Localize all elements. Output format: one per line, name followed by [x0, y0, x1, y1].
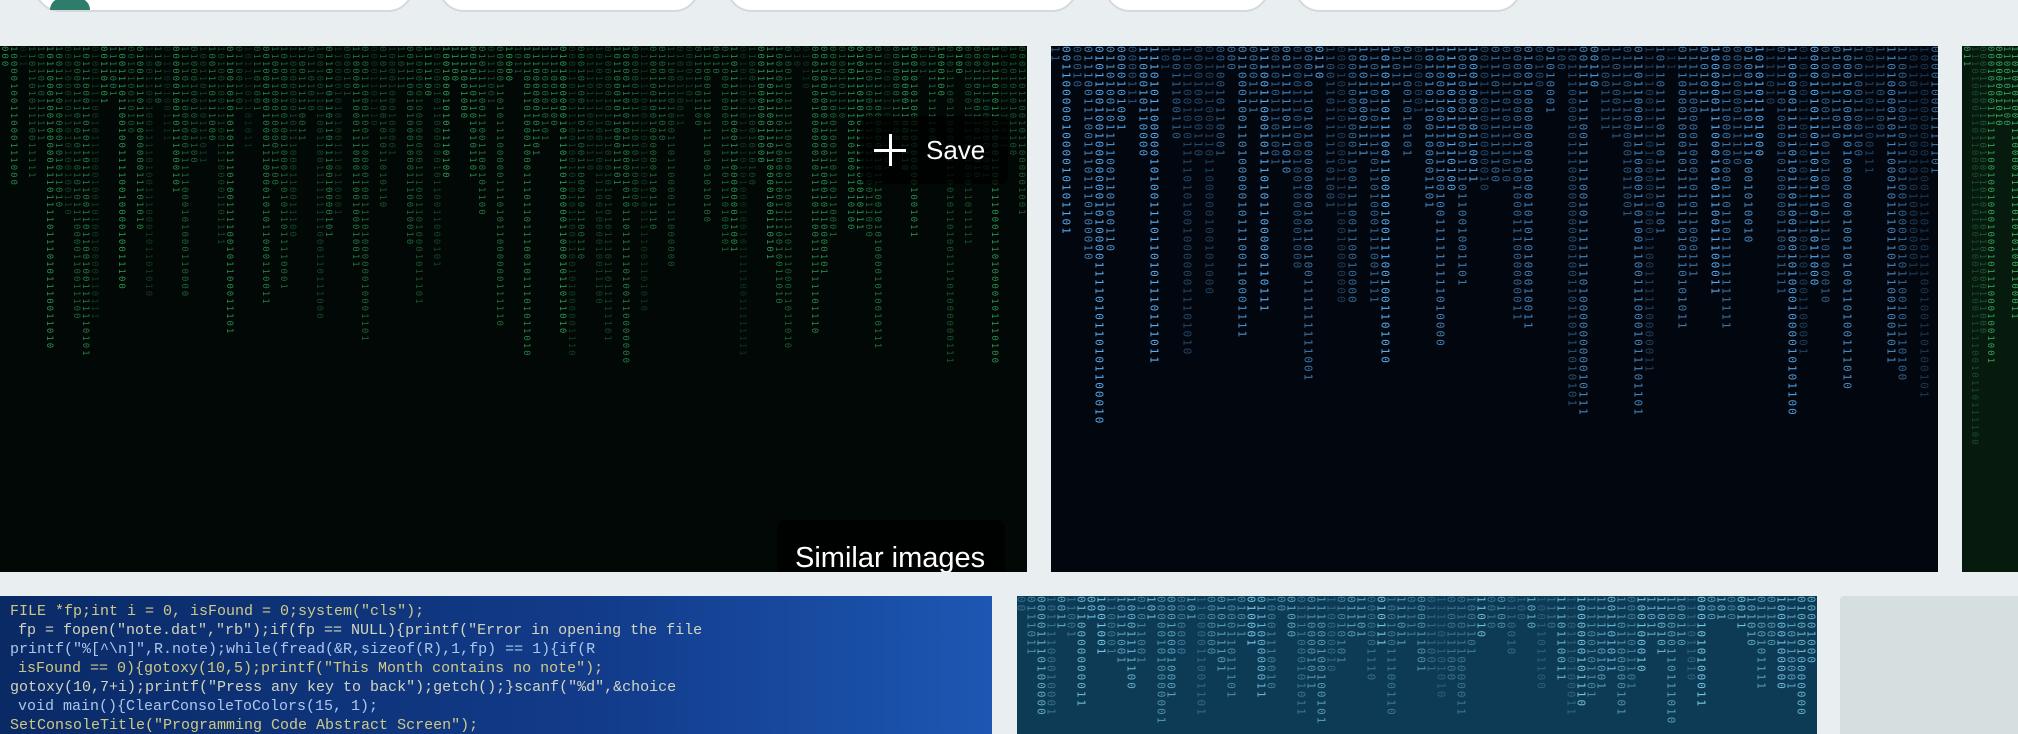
result-image-matrix-green[interactable]: 000 1000010011000111000 011 110110101110011…: [0, 46, 1027, 572]
filter-chip-row: [0, 0, 2018, 14]
code-line: printf("%[^\n]",R.note);while(fread(&R,s…: [10, 641, 595, 658]
svg-text:111010110000010100111011010111: 1110101100000101001110110101110111011: [1148, 46, 1161, 365]
result-image-matrix-blue[interactable]: 11 0011000001000010101101 00010 01110011100…: [1051, 46, 1938, 572]
chip-avatar-icon: [50, 0, 90, 10]
filter-chip[interactable]: [1104, 0, 1270, 12]
image-matrix-blue: 1100110000010000101011010001001110011100…: [1051, 46, 1938, 572]
svg-text:00001000: 00001000: [1805, 596, 1818, 665]
code-line: fp = fopen("note.dat","rb");if(fp == NUL…: [18, 622, 702, 639]
filter-chip[interactable]: [438, 0, 700, 12]
code-line: SetConsoleTitle("Programming Code Abstra…: [10, 717, 478, 734]
svg-text:00011011001011000001001: 00011011001011000001001: [1016, 46, 1026, 217]
image-source-code: FILE *fp;int i = 0, isFound = 0;system("…: [0, 596, 992, 734]
filter-chip[interactable]: [34, 0, 414, 12]
svg-text:000001101011100000111010110000: 00000110101110000011101011000000111110: [494, 46, 504, 328]
image-matrix-green-partial: 0111110100001101100001111010011001011001…: [1962, 46, 2018, 572]
similar-images-label: Similar images: [795, 542, 986, 572]
svg-text:000010001111101: 000010001111101: [1929, 46, 1939, 175]
code-line: isFound == 0){gotoxy(10,5);printf("This …: [18, 660, 603, 677]
svg-text:000101101010000000010110100111: 000101101010000000010110100111111111001: [1302, 46, 1315, 382]
filter-chip[interactable]: [1294, 0, 1522, 12]
code-line: FILE *fp;int i = 0, isFound = 0;system("…: [10, 603, 424, 620]
svg-text:110101010011100001111101010100: 1101010100111000011111010101001100011: [2009, 46, 2018, 320]
svg-text:101010101110011001010011100100: 1010101011100110010100111001001101010: [1379, 46, 1392, 365]
plus-icon: [874, 134, 906, 166]
svg-text:010010111111001000110011110111: 0100101111110010001100111101110001101101…: [782, 46, 792, 350]
save-button[interactable]: Save: [860, 116, 1008, 184]
similar-images-button[interactable]: Similar images: [777, 520, 1005, 572]
result-image-placeholder[interactable]: [1840, 596, 2018, 734]
save-label: Save: [926, 135, 986, 165]
result-image-matrix-teal[interactable]: 00 0111011 00001110100000 10111100010001 001…: [1017, 596, 1817, 734]
result-image-matrix-green-partial[interactable]: 011 1110100001101100001111010011001011001…: [1962, 46, 2018, 572]
svg-text:001111111001111100101111111010: 0011111110011111001011111110100000000010…: [1577, 46, 1590, 417]
svg-text:010111001100000111001011010011: 0101110011000001110010110100111101000000…: [944, 46, 954, 365]
svg-text:1011011110110111110101: 1011011110110111110101: [1654, 46, 1667, 236]
result-image-source-code[interactable]: FILE *fp;int i = 0, isFound = 0;system("…: [0, 596, 992, 734]
code-line: void main(){ClearConsoleToColors(15, 1);: [18, 698, 378, 715]
image-matrix-teal: 0001110110000111010000010111100010001001…: [1017, 596, 1817, 734]
filter-chip[interactable]: [726, 0, 1078, 12]
code-line: gotoxy(10,7+i);printf("Press any key to …: [10, 679, 676, 696]
